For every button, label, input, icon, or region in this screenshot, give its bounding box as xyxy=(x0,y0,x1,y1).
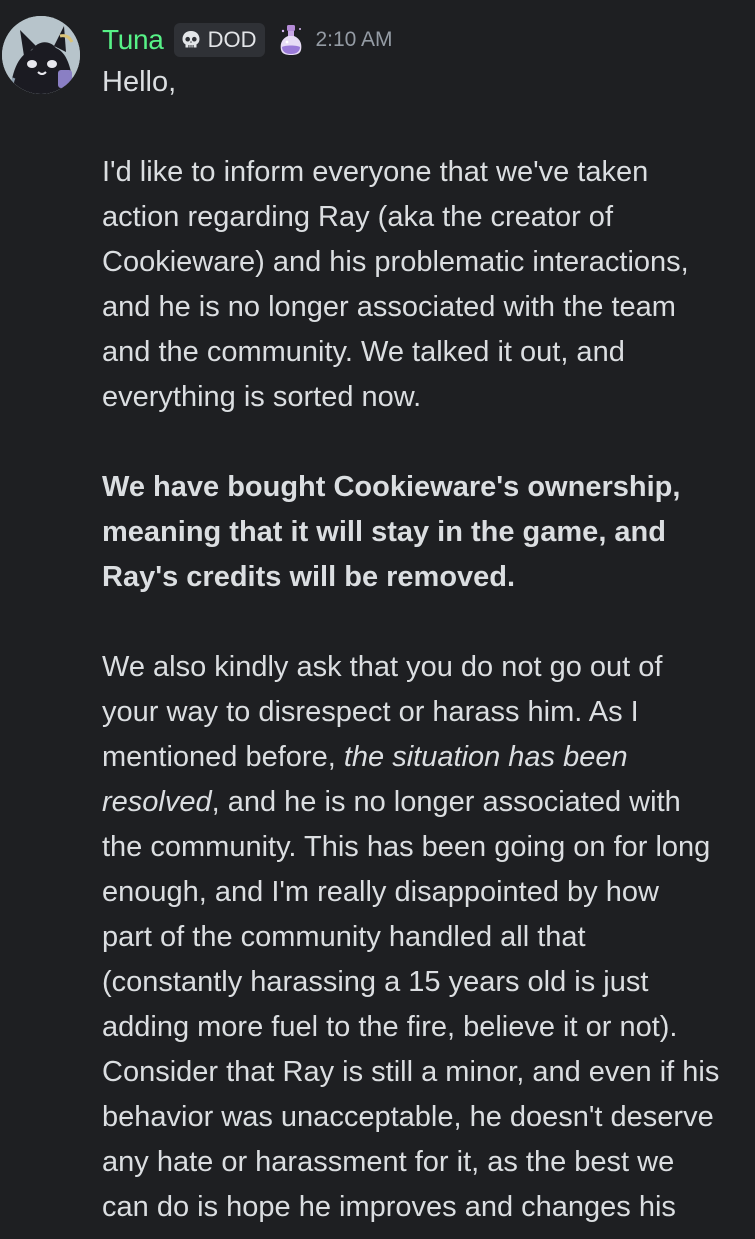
paragraph-line: part of the community handled all that xyxy=(102,921,586,953)
paragraph-line: your way to disrespect or harass him. As… xyxy=(102,696,639,728)
potion-icon[interactable] xyxy=(277,23,305,57)
chat-message: Tuna DOD 2:10 AM Hello, I'd like to info… xyxy=(0,0,755,1239)
paragraph-line: and the community. We talked it out, and xyxy=(102,336,625,368)
paragraph-line: Cookieware) and his problematic interact… xyxy=(102,246,689,278)
server-tag-label: DOD xyxy=(207,27,257,52)
paragraph-line: everything is sorted now. xyxy=(102,381,422,413)
paragraph-line: can do is hope he improves and changes h… xyxy=(102,1191,676,1223)
bold-paragraph-line: Ray's credits will be removed. xyxy=(102,561,516,593)
text-segment: mentioned before, xyxy=(102,741,344,773)
italic-text-segment: the situation has been xyxy=(343,741,628,773)
message-timestamp: 2:10 AM xyxy=(315,28,393,51)
paragraph-line: We also kindly ask that you do not go ou… xyxy=(102,651,663,683)
paragraph-line: behavior was unacceptable, he doesn't de… xyxy=(102,1101,714,1133)
text-segment: , and he is no longer associated with xyxy=(211,786,681,818)
paragraph-line: adding more fuel to the fire, believe it… xyxy=(102,1011,678,1043)
user-avatar[interactable] xyxy=(2,16,80,94)
cat-avatar-icon xyxy=(2,16,80,94)
message-content: Hello, I'd like to inform everyone that … xyxy=(102,60,742,1230)
paragraph-line: any hate or harassment for it, as the be… xyxy=(102,1146,675,1178)
paragraph-line: the community. This has been going on fo… xyxy=(102,831,711,863)
paragraph-line: and he is no longer associated with the … xyxy=(102,291,676,323)
bold-paragraph-line: meaning that it will stay in the game, a… xyxy=(102,516,666,548)
greeting-line: Hello, xyxy=(102,66,177,98)
bold-paragraph-line: We have bought Cookieware's ownership, xyxy=(102,471,681,503)
paragraph-line: resolved, and he is no longer associated… xyxy=(102,780,742,825)
paragraph-line: I'd like to inform everyone that we've t… xyxy=(102,156,649,188)
paragraph-line: enough, and I'm really disappointed by h… xyxy=(102,876,659,908)
paragraph-line: Consider that Ray is still a minor, and … xyxy=(102,1056,720,1088)
paragraph-line: (constantly harassing a 15 years old is … xyxy=(102,966,649,998)
username[interactable]: Tuna xyxy=(102,24,164,56)
paragraph-line: mentioned before, the situation has been xyxy=(102,735,742,780)
italic-text-segment: resolved xyxy=(102,786,212,818)
paragraph-line: action regarding Ray (aka the creator of xyxy=(102,201,613,233)
skull-icon xyxy=(182,31,200,48)
server-tag[interactable]: DOD xyxy=(173,23,266,57)
message-header: Tuna DOD 2:10 AM xyxy=(102,20,393,60)
